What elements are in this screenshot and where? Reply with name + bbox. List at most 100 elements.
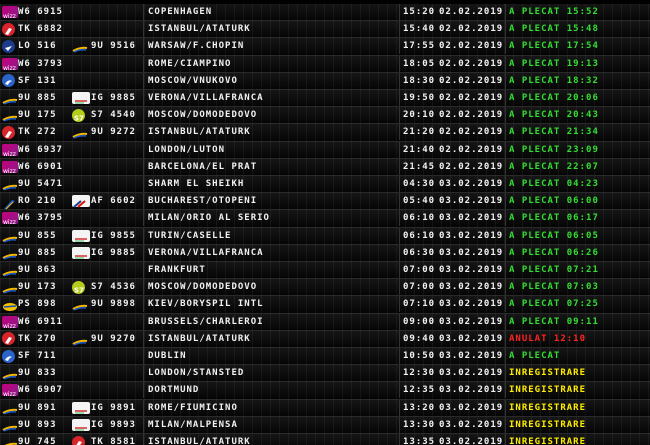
lot-logo	[2, 39, 15, 53]
flight-status: INREGISTRARE	[509, 385, 587, 396]
departure-date: 03.02.2019	[439, 196, 504, 207]
departure-date: 03.02.2019	[439, 213, 504, 224]
codeshare-code: IG 9891	[91, 402, 136, 413]
column-divider	[399, 72, 400, 89]
flight-status: A PLECAT 15:52	[509, 7, 599, 17]
departure-date: 03.02.2019	[439, 316, 504, 327]
column-divider	[399, 21, 400, 38]
flight-row: 9U 745 TK 8581 ISTANBUL/ATATURK 13:35 03.02.…	[0, 434, 650, 445]
tarom-ro-logo	[2, 195, 18, 210]
column-divider	[399, 399, 400, 416]
destination: COPENHAGEN	[148, 7, 213, 17]
destination: MILAN/ORIO AL SERIO	[148, 213, 270, 224]
column-divider	[143, 416, 144, 433]
flight-status: A PLECAT 07:25	[509, 299, 599, 310]
departure-time: 19:50	[403, 93, 436, 103]
destination: MOSCOW/VNUKOVO	[148, 75, 238, 86]
flight-status: A PLECAT 06:05	[509, 230, 599, 241]
destination: BRUSSELS/CHARLEROI	[148, 316, 264, 327]
departure-time: 07:00	[403, 282, 436, 293]
column-divider	[143, 296, 144, 313]
tarom-logo	[2, 419, 18, 432]
flight-code: TK 6882	[18, 24, 63, 35]
departure-date: 03.02.2019	[439, 351, 504, 361]
column-divider	[399, 193, 400, 210]
departure-time: 21:40	[403, 144, 436, 155]
destination: VERONA/VILLAFRANCA	[148, 247, 264, 258]
departure-time: 15:40	[403, 24, 436, 35]
tarom-logo	[2, 230, 18, 243]
column-divider	[399, 296, 400, 313]
flight-row: wizz W6 3795 MILAN/ORIO AL SERIO 06:10 03.02…	[0, 210, 650, 228]
flight-status: A PLECAT 18:32	[509, 75, 599, 86]
departure-time: 10:50	[403, 351, 436, 361]
departure-time: 13:35	[403, 437, 436, 445]
destination: LONDON/STANSTED	[148, 368, 245, 379]
column-divider	[505, 227, 506, 244]
destination: ISTANBUL/ATATURK	[148, 24, 251, 35]
destination: DUBLIN	[148, 351, 187, 361]
s7-logo: S7	[72, 280, 85, 294]
column-divider	[505, 38, 506, 55]
column-divider	[505, 90, 506, 106]
column-divider	[505, 382, 506, 399]
flight-code: 9U 833	[18, 368, 57, 379]
column-divider	[505, 330, 506, 347]
column-divider	[143, 72, 144, 89]
column-divider	[505, 124, 506, 141]
column-divider	[399, 365, 400, 382]
departure-time: 07:10	[403, 299, 436, 310]
departure-date: 02.02.2019	[439, 41, 504, 52]
flight-status: A PLECAT 06:00	[509, 196, 599, 207]
departure-time: 15:20	[403, 7, 436, 17]
flight-code: TK 272	[18, 127, 57, 138]
column-divider	[143, 55, 144, 72]
codeshare-code: S7 4540	[91, 110, 136, 121]
column-divider	[399, 124, 400, 141]
destination: DORTMUND	[148, 385, 200, 396]
column-divider	[505, 244, 506, 261]
flight-row: wizz W6 3793 ROME/CIAMPINO 18:05 02.02.2019 A…	[0, 55, 650, 73]
departure-date: 03.02.2019	[439, 385, 504, 396]
column-divider	[505, 4, 506, 20]
wizz-logo: wizz	[2, 6, 18, 20]
flight-row: 9U 833 LONDON/STANSTED 12:30 03.02.2019 INRE…	[0, 365, 650, 383]
departure-date: 03.02.2019	[439, 419, 504, 430]
flight-row: wizz W6 6937 LONDON/LUTON 21:40 02.02.2019 A …	[0, 141, 650, 159]
wizz-logo: wizz	[2, 212, 18, 226]
flight-row: PS 898 9U 9898 KIEV/BORYSPIL INTL 07:10 03.0…	[0, 296, 650, 314]
departure-date: 03.02.2019	[439, 402, 504, 413]
destination: ISTANBUL/ATATURK	[148, 127, 251, 138]
destination: BUCHAREST/OTOPENI	[148, 196, 258, 207]
column-divider	[505, 262, 506, 278]
alitalia-logo	[72, 401, 90, 414]
tarom-logo	[2, 178, 18, 191]
flight-status: A PLECAT 23:09	[509, 144, 599, 155]
column-divider	[143, 141, 144, 158]
flight-code: W6 6915	[18, 7, 63, 17]
codeshare-code: IG 9893	[91, 419, 136, 430]
departure-date: 03.02.2019	[439, 299, 504, 310]
column-divider	[143, 124, 144, 141]
flight-code: LO 516	[18, 41, 57, 52]
departure-date: 03.02.2019	[439, 265, 504, 275]
column-divider	[505, 193, 506, 210]
departures-board: wizz W6 6915 COPENHAGEN 15:20 02.02.2019 A PL…	[0, 0, 650, 445]
codeshare-code: IG 9885	[91, 93, 136, 103]
flight-code: SF 131	[18, 75, 57, 86]
column-divider	[143, 21, 144, 38]
column-divider	[399, 279, 400, 296]
flight-code: 9U 855	[18, 230, 57, 241]
departure-time: 04:30	[403, 179, 436, 189]
departure-date: 02.02.2019	[439, 127, 504, 138]
destination: SHARM EL SHEIKH	[148, 179, 245, 189]
column-divider	[505, 296, 506, 313]
aeroflot-logo	[2, 349, 15, 363]
column-divider	[505, 107, 506, 124]
flight-code: 9U 863	[18, 265, 57, 275]
column-divider	[399, 158, 400, 175]
alitalia-logo	[72, 418, 90, 431]
codeshare-code: 9U 9898	[91, 299, 136, 310]
column-divider	[505, 279, 506, 296]
tarom-logo	[72, 298, 88, 312]
